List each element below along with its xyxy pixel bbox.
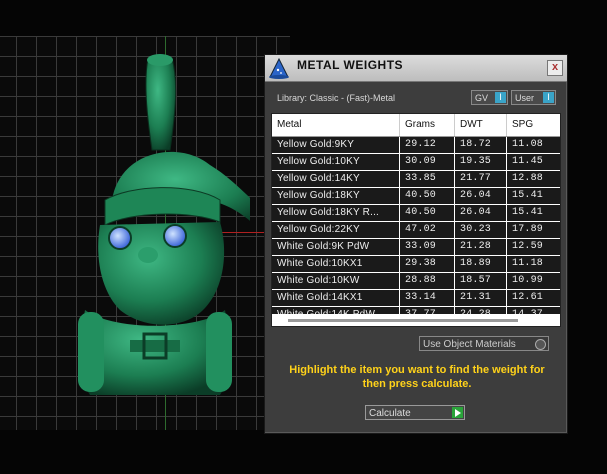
cell-grams: 29.12	[400, 137, 455, 153]
table-row[interactable]: Yellow Gold:18KY R... 40.50 26.04 15.41	[272, 205, 560, 222]
cell-metal: Yellow Gold:18KY R...	[272, 205, 400, 221]
cell-spg: 11.45	[512, 156, 544, 167]
cell-dwt: 18.57	[455, 273, 507, 289]
cell-dwt: 18.89	[455, 256, 507, 272]
table-row[interactable]: Yellow Gold:10KY 30.09 19.35 11.45	[272, 154, 560, 171]
radio-icon	[535, 339, 546, 350]
cell-grams: 40.50	[400, 205, 455, 221]
dropdown-arrow-icon: I	[543, 92, 554, 103]
table-row[interactable]: White Gold:9K PdW 33.09 21.28 12.59	[272, 239, 560, 256]
cell-grams: 33.85	[400, 171, 455, 187]
cell-grams: 29.38	[400, 256, 455, 272]
cell-metal: White Gold:14KX1	[272, 290, 400, 306]
cell-dwt: 30.23	[455, 222, 507, 238]
table-row[interactable]: Yellow Gold:18KY 40.50 26.04 15.41	[272, 188, 560, 205]
cell-grams: 40.50	[400, 188, 455, 204]
cell-dwt: 26.04	[455, 188, 507, 204]
cell-spg: 17.89	[512, 224, 544, 235]
table-row[interactable]: Yellow Gold:22KY 47.02 30.23 17.89	[272, 222, 560, 239]
cell-metal: Yellow Gold:14KY	[272, 171, 400, 187]
cell-dwt: 19.35	[455, 154, 507, 170]
table-row[interactable]: Yellow Gold:9KY 29.12 18.72 11.08	[272, 137, 560, 154]
cell-dwt: 26.04	[455, 205, 507, 221]
cell-metal: Yellow Gold:9KY	[272, 137, 400, 153]
cell-dwt: 18.72	[455, 137, 507, 153]
column-header-grams[interactable]: Grams	[400, 114, 455, 136]
user-dropdown-value: User	[515, 93, 535, 103]
cell-spg: 12.88	[512, 173, 544, 184]
cell-grams: 30.09	[400, 154, 455, 170]
cell-grams: 33.09	[400, 239, 455, 255]
cell-dwt: 21.77	[455, 171, 507, 187]
dialog-title: METAL WEIGHTS	[297, 58, 404, 72]
cell-spg: 15.41	[512, 207, 544, 218]
unit-dropdown-value: GV	[475, 93, 489, 103]
cell-dwt: 21.28	[455, 239, 507, 255]
cell-grams: 47.02	[400, 222, 455, 238]
table-header: Metal Grams DWT SPG	[272, 114, 560, 137]
library-label: Library: Classic - (Fast)-Metal	[277, 93, 396, 103]
cell-grams: 28.88	[400, 273, 455, 289]
table-body: Yellow Gold:9KY 29.12 18.72 11.08 Yellow Gol…	[272, 137, 560, 324]
dialog-titlebar[interactable]: METAL WEIGHTS x	[265, 55, 567, 82]
calculate-label: Calculate	[369, 408, 411, 419]
table-row[interactable]: White Gold:10KW 28.88 18.57 10.99	[272, 273, 560, 290]
close-icon[interactable]: x	[547, 60, 563, 76]
dropdown-arrow-icon: I	[495, 92, 506, 103]
play-icon	[452, 407, 463, 418]
column-header-spg[interactable]: SPG	[507, 114, 560, 136]
metal-weights-table[interactable]: Metal Grams DWT SPG Yellow Gold:9KY 29.12…	[271, 113, 561, 327]
column-header-dwt[interactable]: DWT	[455, 114, 507, 136]
cell-metal: Yellow Gold:18KY	[272, 188, 400, 204]
use-object-materials-toggle[interactable]: Use Object Materials	[419, 336, 549, 351]
santa-pendant-model[interactable]	[60, 50, 250, 410]
cell-metal: Yellow Gold:10KY	[272, 154, 400, 170]
cell-spg: 11.08	[512, 139, 544, 150]
column-header-metal[interactable]: Metal	[272, 114, 400, 136]
cell-spg: 12.61	[512, 292, 544, 303]
unit-dropdown[interactable]: GV I	[471, 90, 508, 105]
scrollbar-thumb[interactable]	[288, 319, 518, 322]
cell-dwt: 21.31	[455, 290, 507, 306]
table-row[interactable]: White Gold:14KX1 33.14 21.31 12.61	[272, 290, 560, 307]
cell-spg: 12.59	[512, 241, 544, 252]
cell-spg: 10.99	[512, 275, 544, 286]
use-object-materials-label: Use Object Materials	[423, 339, 516, 350]
table-row[interactable]: White Gold:10KX1 29.38 18.89 11.18	[272, 256, 560, 273]
table-row[interactable]: Yellow Gold:14KY 33.85 21.77 12.88	[272, 171, 560, 188]
cell-grams: 33.14	[400, 290, 455, 306]
metal-weights-dialog: METAL WEIGHTS x Library: Classic - (Fast…	[264, 54, 568, 434]
cell-metal: White Gold:9K PdW	[272, 239, 400, 255]
wizard-hat-icon	[269, 57, 289, 79]
cell-metal: White Gold:10KX1	[272, 256, 400, 272]
horizontal-scrollbar[interactable]	[272, 314, 560, 326]
user-dropdown[interactable]: User I	[511, 90, 556, 105]
instruction-text: Highlight the item you want to find the …	[289, 364, 545, 390]
cell-metal: White Gold:10KW	[272, 273, 400, 289]
cell-spg: 15.41	[512, 190, 544, 201]
cell-metal: Yellow Gold:22KY	[272, 222, 400, 238]
calculate-button[interactable]: Calculate	[365, 405, 465, 420]
cell-spg: 11.18	[512, 258, 544, 269]
